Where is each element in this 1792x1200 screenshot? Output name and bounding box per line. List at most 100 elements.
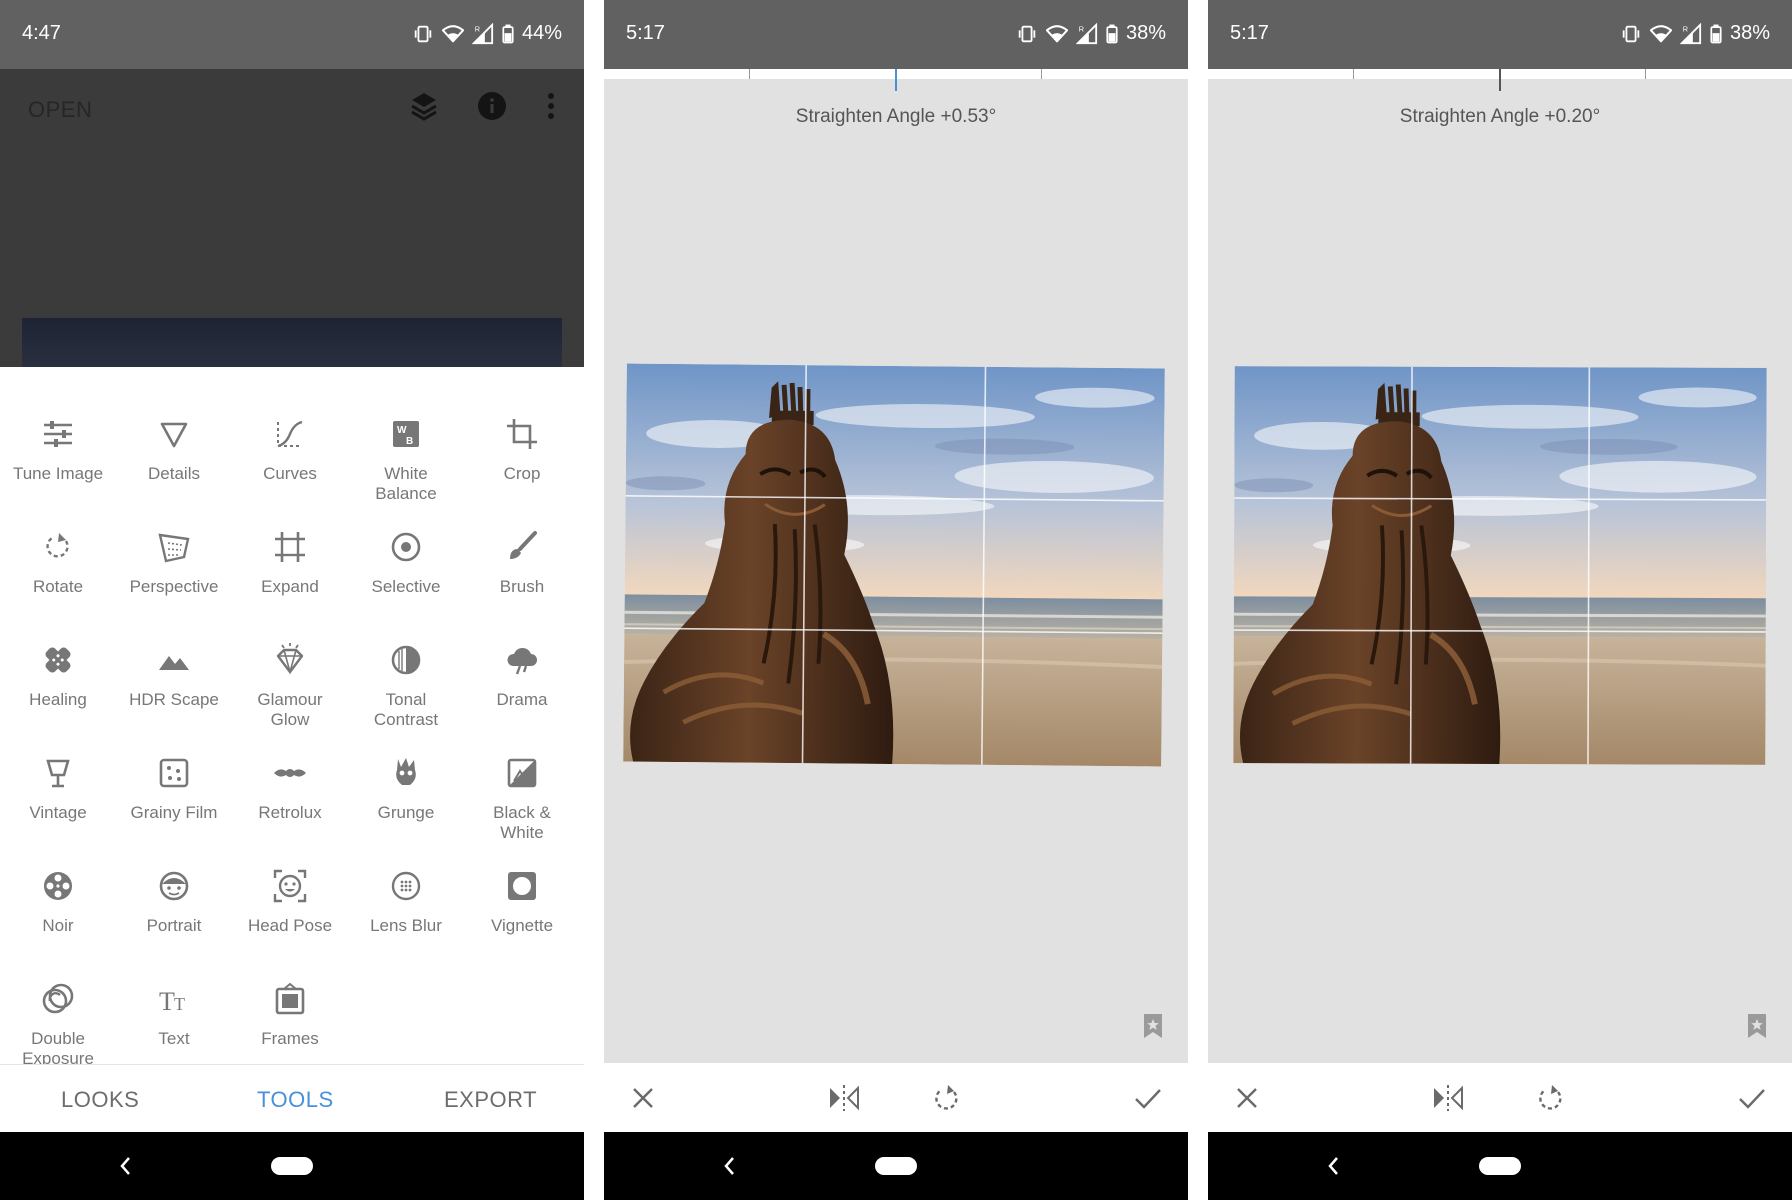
frames-icon xyxy=(275,982,305,1015)
tool-head-pose[interactable]: Head Pose xyxy=(232,868,348,936)
tool-label: Tune Image xyxy=(12,464,104,483)
tool-crop[interactable]: Crop xyxy=(464,416,580,484)
open-button[interactable]: OPEN xyxy=(28,97,92,123)
tool-label: Crop xyxy=(503,464,541,483)
angle-ruler[interactable] xyxy=(1208,69,1792,91)
tab-export[interactable]: EXPORT xyxy=(444,1087,537,1113)
selective-icon xyxy=(391,532,421,562)
tune-icon xyxy=(44,421,72,447)
tool-grunge[interactable]: Grunge xyxy=(348,755,464,823)
tool-double-exposure[interactable]: Double Exposure xyxy=(0,981,116,1064)
photo-statue-beach xyxy=(1233,366,1767,765)
photo-canvas[interactable] xyxy=(623,363,1165,767)
tool-drama[interactable]: Drama xyxy=(464,642,580,710)
layers-history-icon[interactable] xyxy=(410,91,438,123)
battery-icon xyxy=(1710,23,1722,45)
tool-label: Healing xyxy=(29,690,87,709)
tool-vintage[interactable]: Vintage xyxy=(0,755,116,823)
tool-label: Grainy Film xyxy=(130,803,218,822)
tool-label: White Balance xyxy=(375,464,437,503)
tool-lens-blur[interactable]: Lens Blur xyxy=(348,868,464,936)
tool-label: Portrait xyxy=(146,916,202,935)
healing-icon xyxy=(45,647,71,673)
edit-toolbar xyxy=(1208,1063,1792,1132)
cancel-close-icon[interactable] xyxy=(1232,1083,1262,1113)
rotate-90-icon[interactable] xyxy=(1536,1083,1566,1113)
tool-healing[interactable]: Healing xyxy=(0,642,116,710)
tool-portrait[interactable]: Portrait xyxy=(116,868,232,936)
tool-tonal-contrast[interactable]: Tonal Contrast xyxy=(348,642,464,730)
tool-label: Head Pose xyxy=(247,916,333,935)
tool-retrolux[interactable]: Retrolux xyxy=(232,755,348,823)
tool-label: Double Exposure xyxy=(22,1029,94,1064)
home-pill-button[interactable] xyxy=(875,1157,917,1175)
photo-canvas[interactable] xyxy=(1233,366,1767,765)
tool-white-balance[interactable]: W B White Balance xyxy=(348,416,464,504)
tool-brush[interactable]: Brush xyxy=(464,529,580,597)
tool-selective[interactable]: Selective xyxy=(348,529,464,597)
rotate-90-icon[interactable] xyxy=(932,1083,962,1113)
dimmed-editor-background: OPEN xyxy=(0,69,584,367)
tool-curves[interactable]: Curves xyxy=(232,416,348,484)
home-pill-button[interactable] xyxy=(271,1157,313,1175)
tool-tune-image[interactable]: Tune Image xyxy=(0,416,116,484)
rotate-icon xyxy=(46,533,69,558)
tool-details[interactable]: Details xyxy=(116,416,232,484)
info-icon[interactable] xyxy=(477,91,507,121)
tool-label: Selective xyxy=(371,577,441,596)
battery-percent: 38% xyxy=(1729,22,1770,44)
tool-label: HDR Scape xyxy=(129,690,219,709)
battery-percent: 38% xyxy=(1125,22,1166,44)
grainy-film-icon xyxy=(159,758,189,788)
back-nav-icon[interactable] xyxy=(1324,1152,1344,1180)
battery-icon xyxy=(1106,23,1118,45)
bookmark-star-icon[interactable] xyxy=(1142,1013,1164,1039)
tools-grid: Tune Image Details Curves W B White Balance Cr… xyxy=(0,367,584,1064)
tab-tools[interactable]: TOOLS xyxy=(257,1087,334,1113)
svg-text:W: W xyxy=(397,425,407,436)
apply-check-icon[interactable] xyxy=(1736,1083,1768,1113)
android-nav-bar xyxy=(604,1132,1188,1200)
vibrate-icon xyxy=(1016,23,1038,45)
svg-text:T: T xyxy=(159,987,175,1016)
mustache-icon xyxy=(274,769,306,777)
status-bar: 5:17 38% xyxy=(604,0,1188,69)
tool-label: Black & White xyxy=(493,803,551,842)
tool-rotate[interactable]: Rotate xyxy=(0,529,116,597)
angle-ruler[interactable] xyxy=(604,69,1188,91)
more-options-icon[interactable] xyxy=(546,91,556,121)
bookmark-star-icon[interactable] xyxy=(1746,1013,1768,1039)
tab-looks[interactable]: LOOKS xyxy=(61,1087,139,1113)
tool-vignette[interactable]: Vignette xyxy=(464,868,580,936)
angle-needle[interactable] xyxy=(895,69,897,91)
angle-needle[interactable] xyxy=(1499,69,1501,91)
tool-grainy-film[interactable]: Grainy Film xyxy=(116,755,232,823)
tool-black-white[interactable]: Black & White xyxy=(464,755,580,843)
back-nav-icon[interactable] xyxy=(116,1152,136,1180)
tool-perspective[interactable]: Perspective xyxy=(116,529,232,597)
flip-horizontal-icon[interactable] xyxy=(1430,1083,1466,1113)
film-reel-icon xyxy=(44,872,72,900)
tool-hdr-scape[interactable]: HDR Scape xyxy=(116,642,232,710)
wifi-icon xyxy=(1650,23,1672,45)
status-time: 4:47 xyxy=(22,22,61,44)
apply-check-icon[interactable] xyxy=(1132,1083,1164,1113)
lamp-icon xyxy=(46,759,70,788)
grunge-icon xyxy=(396,758,416,785)
tool-glamour-glow[interactable]: Glamour Glow xyxy=(232,642,348,730)
back-nav-icon[interactable] xyxy=(720,1152,740,1180)
tool-expand[interactable]: Expand xyxy=(232,529,348,597)
status-bar: 4:47 44% xyxy=(0,0,584,69)
tool-noir[interactable]: Noir xyxy=(0,868,116,936)
tool-label: Rotate xyxy=(32,577,84,596)
cancel-close-icon[interactable] xyxy=(628,1083,658,1113)
brush-icon xyxy=(510,531,537,559)
tool-text[interactable]: T T Text xyxy=(116,981,232,1049)
tool-frames[interactable]: Frames xyxy=(232,981,348,1049)
flip-horizontal-icon[interactable] xyxy=(826,1083,862,1113)
perspective-icon xyxy=(158,533,190,563)
home-pill-button[interactable] xyxy=(1479,1157,1521,1175)
black-white-icon xyxy=(507,758,537,788)
android-nav-bar xyxy=(0,1132,584,1200)
tool-label: Text xyxy=(158,1029,190,1048)
